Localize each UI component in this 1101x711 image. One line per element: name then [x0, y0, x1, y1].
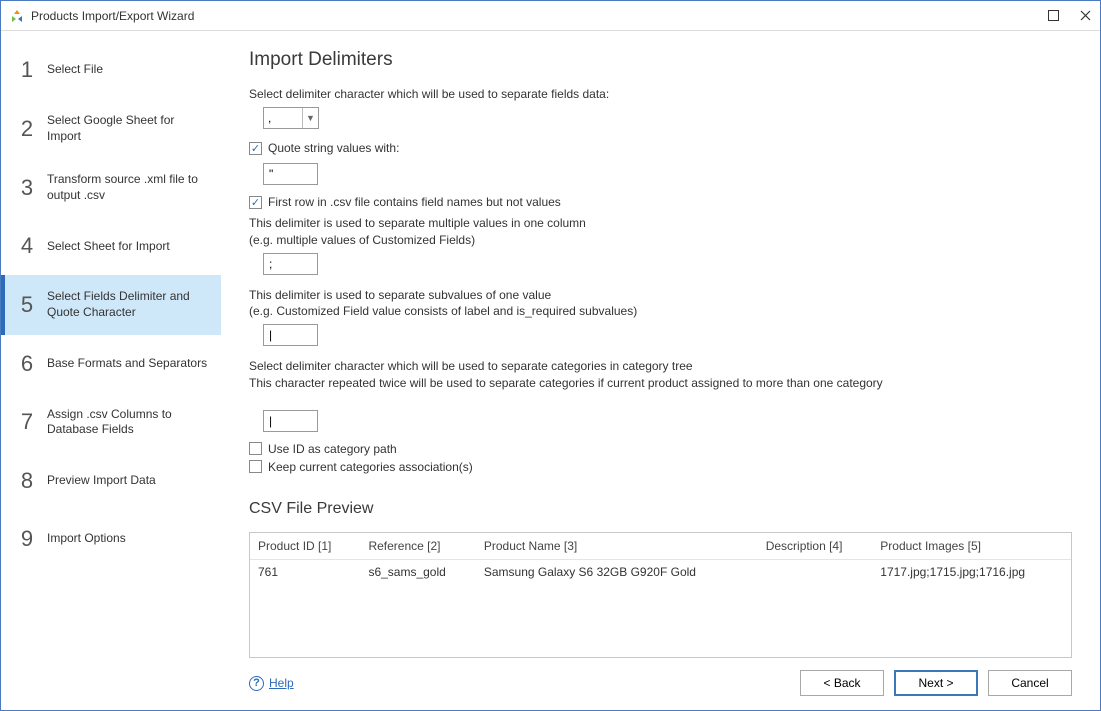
window-controls	[1046, 9, 1092, 23]
delimiter-combo[interactable]: ▼	[263, 107, 319, 129]
step-number: 5	[15, 292, 39, 318]
multidelim-hint1: This delimiter is used to separate multi…	[249, 215, 1072, 232]
chevron-down-icon[interactable]: ▼	[302, 108, 318, 128]
useid-label: Use ID as category path	[268, 442, 397, 456]
useid-checkbox[interactable]	[249, 442, 262, 455]
quote-check-label: Quote string values with:	[268, 141, 399, 155]
category-delim-input[interactable]	[263, 410, 318, 432]
table-cell: 1717.jpg;1715.jpg;1716.jpg	[872, 559, 1071, 584]
column-header[interactable]: Reference [2]	[360, 533, 475, 560]
step-number: 8	[15, 468, 39, 494]
step-label: Transform source .xml file to output .cs…	[47, 172, 211, 203]
subval-hint1: This delimiter is used to separate subva…	[249, 287, 1072, 304]
preview-table: Product ID [1]Reference [2]Product Name …	[250, 533, 1071, 584]
sidebar-step-4[interactable]: 4 Select Sheet for Import	[1, 217, 221, 275]
firstrow-label: First row in .csv file contains field na…	[268, 195, 561, 209]
subval-input[interactable]	[263, 324, 318, 346]
sidebar-step-7[interactable]: 7 Assign .csv Columns to Database Fields	[1, 393, 221, 452]
column-header[interactable]: Description [4]	[758, 533, 873, 560]
cat-hint2: This character repeated twice will be us…	[249, 375, 1072, 392]
table-cell: s6_sams_gold	[360, 559, 475, 584]
page-heading: Import Delimiters	[249, 49, 1072, 71]
table-cell: Samsung Galaxy S6 32GB G920F Gold	[476, 559, 758, 584]
close-button[interactable]	[1078, 9, 1092, 23]
step-label: Import Options	[47, 531, 126, 547]
keepcat-label: Keep current categories association(s)	[268, 460, 473, 474]
cancel-button[interactable]: Cancel	[988, 670, 1072, 696]
cat-hint1: Select delimiter character which will be…	[249, 358, 1072, 375]
table-cell: 761	[250, 559, 360, 584]
subval-hint2: (e.g. Customized Field value consists of…	[249, 303, 1072, 320]
step-number: 7	[15, 409, 39, 435]
quote-checkbox[interactable]: ✓	[249, 142, 262, 155]
step-label: Select Google Sheet for Import	[47, 113, 211, 144]
csv-preview: Product ID [1]Reference [2]Product Name …	[249, 532, 1072, 658]
back-button[interactable]: < Back	[800, 670, 884, 696]
help-label: Help	[269, 676, 294, 690]
table-row[interactable]: 761s6_sams_goldSamsung Galaxy S6 32GB G9…	[250, 559, 1071, 584]
step-label: Select File	[47, 62, 103, 78]
sidebar-step-8[interactable]: 8 Preview Import Data	[1, 452, 221, 510]
step-number: 9	[15, 526, 39, 552]
multidelim-input[interactable]	[263, 253, 318, 275]
step-number: 3	[15, 175, 39, 201]
app-icon	[9, 8, 25, 24]
footer: ? Help < Back Next > Cancel	[249, 658, 1072, 696]
sidebar-step-2[interactable]: 2 Select Google Sheet for Import	[1, 99, 221, 158]
quote-value-input[interactable]	[263, 163, 318, 185]
step-number: 1	[15, 57, 39, 83]
column-header[interactable]: Product ID [1]	[250, 533, 360, 560]
delimiter-input[interactable]	[264, 108, 302, 128]
column-header[interactable]: Product Name [3]	[476, 533, 758, 560]
sidebar-step-9[interactable]: 9 Import Options	[1, 510, 221, 568]
sidebar-step-1[interactable]: 1 Select File	[1, 41, 221, 99]
step-label: Preview Import Data	[47, 473, 156, 489]
window-title: Products Import/Export Wizard	[31, 9, 1046, 23]
next-button[interactable]: Next >	[894, 670, 978, 696]
step-number: 4	[15, 233, 39, 259]
titlebar: Products Import/Export Wizard	[1, 1, 1100, 31]
content-panel: Import Delimiters Select delimiter chara…	[221, 31, 1100, 710]
step-label: Select Sheet for Import	[47, 239, 170, 255]
table-cell	[758, 559, 873, 584]
wizard-steps-sidebar: 1 Select File 2 Select Google Sheet for Imp…	[1, 31, 221, 710]
step-label: Base Formats and Separators	[47, 356, 207, 372]
keepcat-checkbox[interactable]	[249, 460, 262, 473]
step-label: Select Fields Delimiter and Quote Charac…	[47, 289, 211, 320]
sidebar-step-3[interactable]: 3 Transform source .xml file to output .c…	[1, 158, 221, 217]
firstrow-checkbox[interactable]: ✓	[249, 196, 262, 209]
sidebar-step-5[interactable]: 5 Select Fields Delimiter and Quote Chara…	[1, 275, 221, 334]
maximize-button[interactable]	[1046, 9, 1060, 23]
step-number: 2	[15, 116, 39, 142]
help-link[interactable]: ? Help	[249, 676, 294, 691]
multidelim-hint2: (e.g. multiple values of Customized Fiel…	[249, 232, 1072, 249]
step-label: Assign .csv Columns to Database Fields	[47, 407, 211, 438]
delimiter-label: Select delimiter character which will be…	[249, 87, 1072, 101]
sidebar-step-6[interactable]: 6 Base Formats and Separators	[1, 335, 221, 393]
step-number: 6	[15, 351, 39, 377]
preview-heading: CSV File Preview	[249, 500, 1072, 518]
column-header[interactable]: Product Images [5]	[872, 533, 1071, 560]
help-icon: ?	[249, 676, 264, 691]
